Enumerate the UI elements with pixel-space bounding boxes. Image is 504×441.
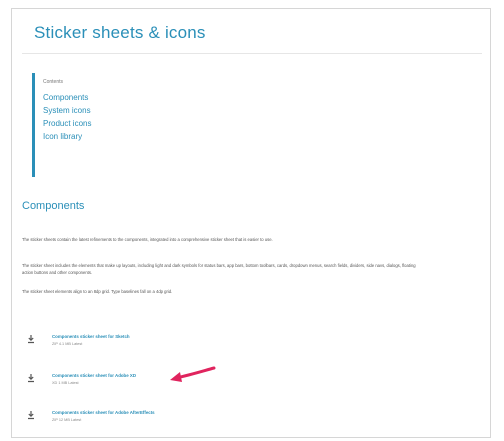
paragraph: The sticker sheet includes the elements … — [22, 263, 416, 275]
download-item[interactable]: Components sticker sheet for Adobe After… — [22, 409, 322, 431]
section-title: Components — [22, 200, 85, 212]
download-icon — [28, 335, 34, 344]
toc-link-system-icons[interactable]: System icons — [43, 104, 232, 117]
table-of-contents: Contents Components System icons Product… — [32, 73, 232, 177]
paragraph: The sticker sheet elements align to an 8… — [22, 289, 173, 294]
download-item[interactable]: Components sticker sheet for Sketch ZIP … — [22, 333, 322, 355]
toc-link-icon-library[interactable]: Icon library — [43, 130, 232, 143]
download-link[interactable]: Components sticker sheet for Adobe XD — [52, 373, 136, 378]
paragraph: The sticker sheets contain the latest re… — [22, 237, 273, 242]
toc-link-components[interactable]: Components — [43, 91, 232, 104]
annotation-arrow — [170, 366, 216, 382]
download-meta: ZIP 4.1 MB Latest — [52, 342, 83, 346]
toc-heading: Contents — [43, 79, 64, 85]
download-meta: ZIP 12 MB Latest — [52, 418, 82, 422]
download-link[interactable]: Components sticker sheet for Adobe After… — [52, 410, 155, 415]
page-title: Sticker sheets & icons — [34, 23, 206, 42]
toc-link-product-icons[interactable]: Product icons — [43, 117, 232, 130]
download-icon — [28, 374, 34, 383]
download-link[interactable]: Components sticker sheet for Sketch — [52, 334, 130, 339]
download-meta: XD 1 MB Latest — [52, 381, 79, 385]
divider — [22, 53, 482, 54]
download-icon — [28, 411, 34, 420]
